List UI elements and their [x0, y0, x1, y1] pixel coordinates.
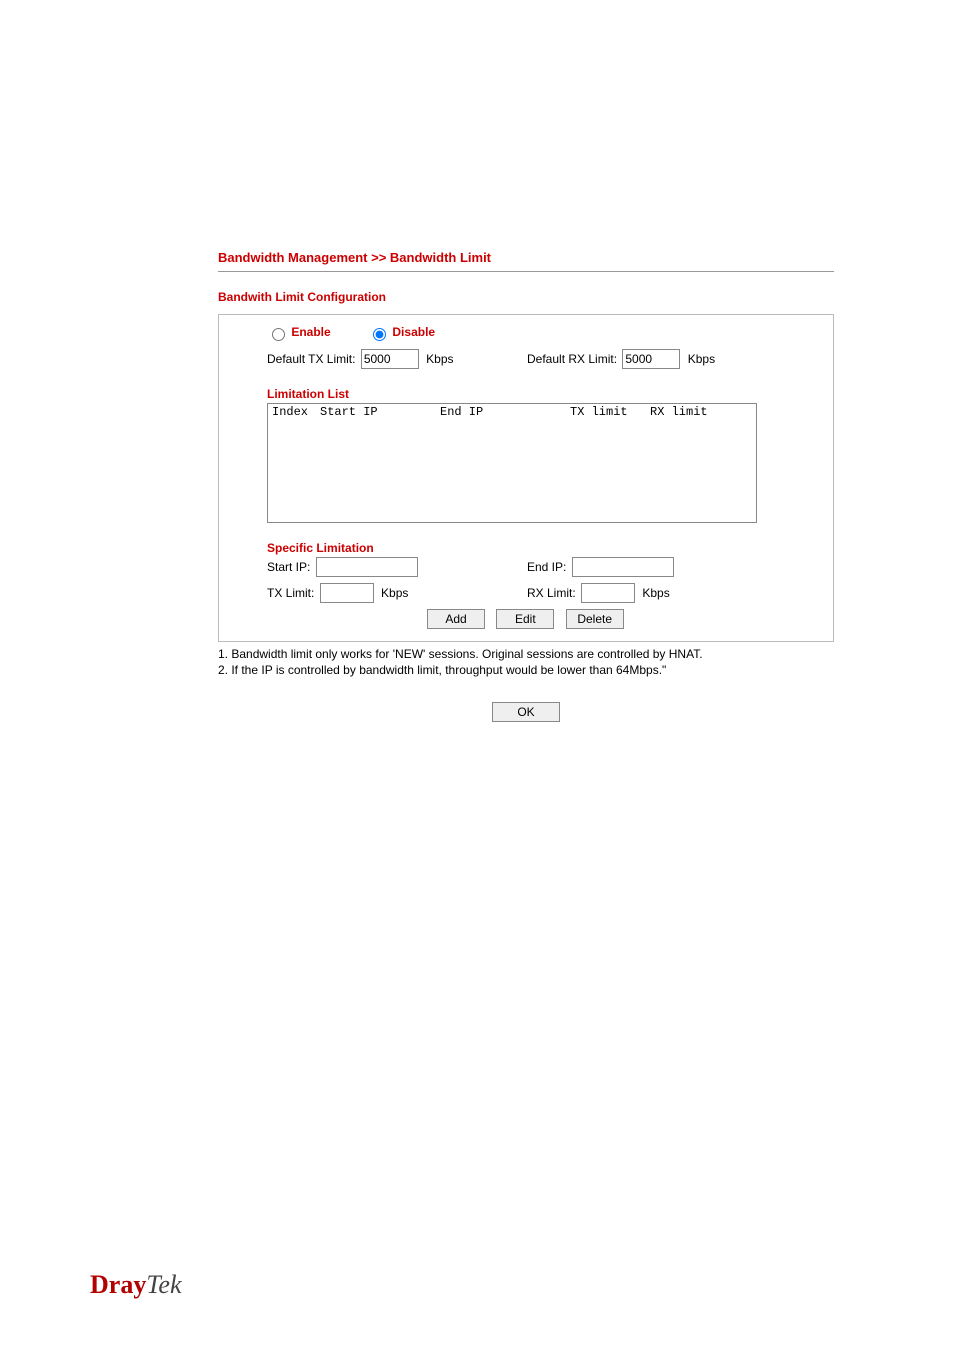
limitation-listbox[interactable]: IndexStart IPEnd IPTX limitRX limit [267, 403, 757, 523]
enable-radio[interactable] [272, 328, 285, 341]
tx-limit-label: TX Limit: [267, 586, 314, 600]
enable-text: Enable [291, 325, 330, 339]
brand-logo: DrayTek [90, 1270, 181, 1300]
notes: 1. Bandwidth limit only works for 'NEW' … [218, 646, 834, 678]
disable-radio[interactable] [373, 328, 386, 341]
col-rx-limit: RX limit [650, 405, 720, 419]
delete-button[interactable]: Delete [566, 609, 624, 629]
logo-part1: Dray [90, 1270, 146, 1299]
limitation-list-heading: Limitation List [267, 387, 823, 401]
add-button[interactable]: Add [427, 609, 485, 629]
edit-button[interactable]: Edit [496, 609, 554, 629]
rx-limit-unit: Kbps [642, 586, 669, 600]
default-rx-unit: Kbps [688, 352, 715, 366]
ok-button[interactable]: OK [492, 702, 560, 722]
tx-limit-input[interactable] [320, 583, 374, 603]
default-tx-unit: Kbps [426, 352, 453, 366]
enable-radio-label[interactable]: Enable [267, 325, 334, 339]
defaults-row: Default TX Limit: Kbps Default RX Limit:… [267, 349, 823, 369]
limit-row: TX Limit: Kbps RX Limit: Kbps [267, 583, 823, 603]
default-rx-label: Default RX Limit: [527, 352, 617, 366]
specific-limitation-heading: Specific Limitation [267, 541, 823, 555]
start-ip-input[interactable] [316, 557, 418, 577]
end-ip-input[interactable] [572, 557, 674, 577]
action-button-row: Add Edit Delete [267, 609, 823, 629]
default-tx-label: Default TX Limit: [267, 352, 355, 366]
section-title: Bandwith Limit Configuration [218, 290, 834, 304]
col-start-ip: Start IP [320, 405, 440, 419]
end-ip-label: End IP: [527, 560, 566, 574]
col-end-ip: End IP [440, 405, 570, 419]
logo-part2: Tek [146, 1270, 181, 1299]
default-rx-input[interactable] [622, 349, 680, 369]
start-ip-label: Start IP: [267, 560, 310, 574]
disable-text: Disable [392, 325, 435, 339]
breadcrumb: Bandwidth Management >> Bandwidth Limit [218, 250, 834, 265]
divider [218, 271, 834, 272]
default-tx-input[interactable] [361, 349, 419, 369]
disable-radio-label[interactable]: Disable [368, 325, 435, 339]
note-2: 2. If the IP is controlled by bandwidth … [218, 662, 834, 678]
list-header: IndexStart IPEnd IPTX limitRX limit [272, 405, 752, 419]
col-tx-limit: TX limit [570, 405, 650, 419]
tx-limit-unit: Kbps [381, 586, 408, 600]
config-panel: Enable Disable Default TX Limit: Kbps De… [218, 314, 834, 642]
rx-limit-input[interactable] [581, 583, 635, 603]
enable-disable-row: Enable Disable [267, 325, 823, 341]
ip-row: Start IP: End IP: [267, 557, 823, 577]
rx-limit-label: RX Limit: [527, 586, 576, 600]
note-1: 1. Bandwidth limit only works for 'NEW' … [218, 646, 834, 662]
col-index: Index [272, 405, 320, 419]
